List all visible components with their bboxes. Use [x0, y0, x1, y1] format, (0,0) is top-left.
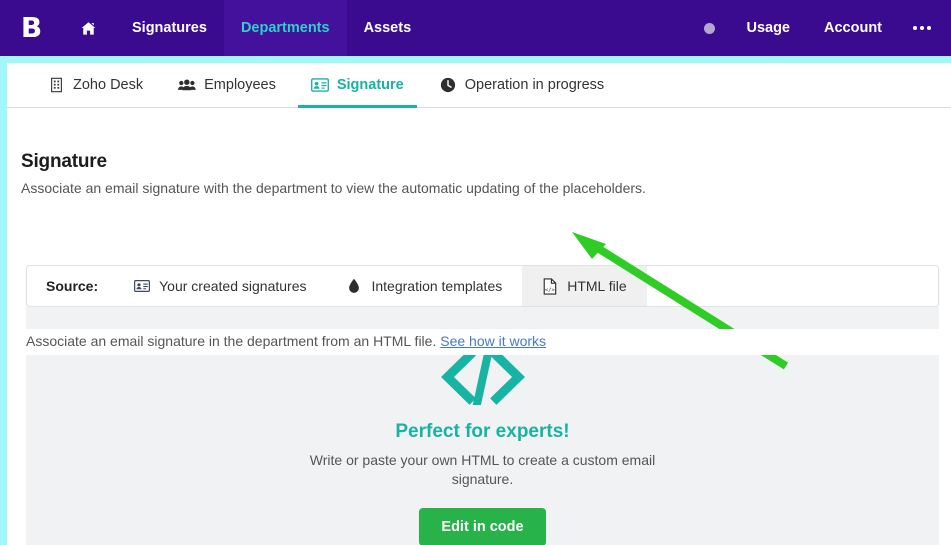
nav-item-signatures[interactable]: Signatures [115, 0, 224, 56]
html-file-icon: </> [542, 277, 558, 295]
clock-icon [439, 76, 457, 94]
top-navigation-bar: B Signatures Departments Assets Usage Ac… [0, 0, 951, 56]
tab-label: Employees [204, 76, 276, 93]
empty-state-description: Write or paste your own HTML to create a… [309, 452, 656, 488]
more-dot [927, 26, 931, 30]
nav-right-group: Usage Account [694, 0, 951, 56]
nav-item-label: Account [824, 20, 882, 36]
source-bar-empty-area [646, 266, 938, 306]
page-container: Zoho Desk Employees Signature Operation … [0, 56, 951, 545]
source-label: Source: [46, 278, 99, 294]
source-option-label: HTML file [567, 278, 627, 294]
people-icon [178, 76, 196, 94]
building-icon [47, 76, 65, 94]
more-dot [920, 26, 924, 30]
nav-item-label: Assets [363, 20, 412, 36]
empty-state-title: Perfect for experts! [395, 421, 570, 442]
code-brackets-icon [440, 346, 525, 410]
tab-employees[interactable]: Employees [165, 64, 289, 108]
tab-label: Operation in progress [464, 76, 605, 93]
edit-in-code-button[interactable]: Edit in code [419, 508, 546, 545]
section-tab-bar: Zoho Desk Employees Signature Operation … [7, 63, 951, 108]
tab-operation-in-progress[interactable]: Operation in progress [426, 64, 617, 108]
nav-item-account[interactable]: Account [807, 0, 899, 56]
brand-logo[interactable]: B [0, 0, 62, 56]
source-option-html-file[interactable]: </> HTML file [522, 266, 647, 306]
more-dot [913, 26, 917, 30]
source-option-your-created-signatures[interactable]: Your created signatures [114, 266, 326, 306]
page-inner: Zoho Desk Employees Signature Operation … [7, 63, 951, 545]
source-option-integration-templates[interactable]: Integration templates [326, 266, 522, 306]
tab-label: Zoho Desk [73, 76, 144, 93]
tab-label: Signature [336, 76, 404, 93]
helper-text-line: Associate an email signature in the depa… [26, 329, 940, 355]
tab-zoho-desk[interactable]: Zoho Desk [34, 64, 156, 108]
nav-item-label: Signatures [132, 20, 207, 36]
nav-home-button[interactable] [62, 0, 115, 56]
svg-text:</>: </> [545, 287, 556, 293]
nav-item-usage[interactable]: Usage [729, 0, 807, 56]
contact-card-icon [310, 76, 329, 94]
contact-card-icon [134, 277, 151, 295]
page-title: Signature [21, 151, 107, 172]
droplet-icon [346, 277, 362, 295]
more-horizontal-icon[interactable] [899, 0, 951, 56]
nav-item-departments[interactable]: Departments [223, 0, 347, 56]
nav-item-label: Usage [746, 20, 790, 36]
status-dot-icon [704, 22, 716, 34]
page-heading-block: Signature Associate an email signature w… [21, 151, 921, 196]
source-selector-bar: Source: Your created signatures Integrat… [26, 265, 939, 307]
nav-item-label: Departments [240, 20, 330, 36]
tab-signature[interactable]: Signature [297, 64, 417, 108]
nav-item-assets[interactable]: Assets [347, 0, 429, 56]
brand-logo-letter: B [20, 11, 42, 44]
see-how-it-works-link[interactable]: See how it works [440, 333, 546, 349]
page-subtitle: Associate an email signature with the de… [21, 180, 646, 196]
source-option-label: Integration templates [371, 278, 503, 294]
source-option-label: Your created signatures [159, 278, 307, 294]
helper-text: Associate an email signature in the depa… [26, 333, 437, 349]
home-icon [80, 20, 97, 37]
